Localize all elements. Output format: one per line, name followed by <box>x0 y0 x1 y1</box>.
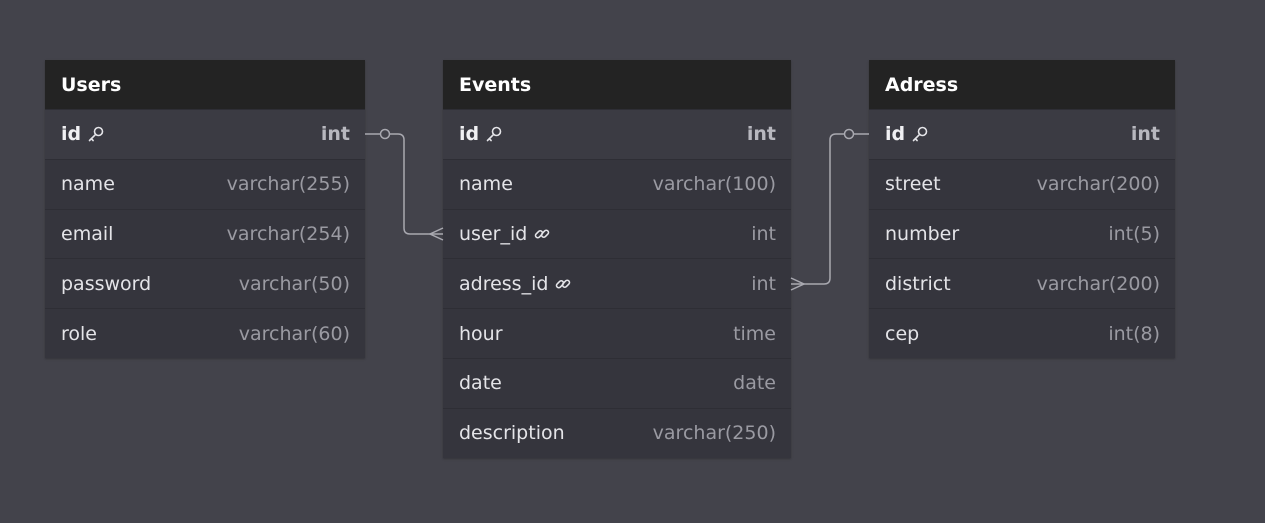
field-name: user_id <box>459 222 528 245</box>
link-icon <box>554 275 572 293</box>
zero-or-one-marker <box>843 128 855 140</box>
field-type: varchar(200) <box>1036 272 1160 295</box>
table-users[interactable]: Users id int name varchar(255) email var… <box>45 60 365 358</box>
field-type: varchar(255) <box>226 173 350 196</box>
field-name: cep <box>885 322 920 345</box>
relationship-adress-events[interactable] <box>790 128 869 291</box>
table-row[interactable]: name varchar(255) <box>45 158 365 209</box>
table-row[interactable]: adress_id int <box>443 258 791 308</box>
field-name: id <box>885 123 906 146</box>
crows-foot-marker <box>790 277 806 291</box>
field-type: varchar(100) <box>652 173 776 196</box>
field-type: varchar(60) <box>238 322 350 345</box>
field-type: varchar(250) <box>652 422 776 445</box>
table-row[interactable]: street varchar(200) <box>869 158 1175 209</box>
field-name: role <box>61 322 97 345</box>
field-type: int <box>746 123 776 146</box>
zero-or-one-marker <box>379 128 391 140</box>
table-row[interactable]: password varchar(50) <box>45 258 365 308</box>
table-row[interactable]: cep int(8) <box>869 308 1175 358</box>
field-name: name <box>61 173 115 196</box>
field-type: varchar(200) <box>1036 173 1160 196</box>
key-icon <box>485 125 503 143</box>
field-name: password <box>61 272 152 295</box>
field-type: varchar(254) <box>226 222 350 245</box>
field-name: id <box>459 123 480 146</box>
table-row[interactable]: id int <box>443 109 791 159</box>
link-icon <box>533 225 551 243</box>
table-title[interactable]: Adress <box>869 60 1175 109</box>
key-icon <box>87 125 105 143</box>
crows-foot-marker <box>428 227 444 241</box>
table-title[interactable]: Users <box>45 60 365 109</box>
field-name: district <box>885 272 951 295</box>
table-row[interactable]: role varchar(60) <box>45 308 365 358</box>
table-row[interactable]: user_id int <box>443 208 791 259</box>
field-name: street <box>885 173 941 196</box>
field-type: int(8) <box>1108 322 1160 345</box>
field-name: date <box>459 372 502 395</box>
field-type: int <box>320 123 350 146</box>
table-adress[interactable]: Adress id int street varchar(200) number… <box>869 60 1175 358</box>
table-row[interactable]: id int <box>869 109 1175 159</box>
table-row[interactable]: email varchar(254) <box>45 208 365 259</box>
field-type: int <box>751 272 776 295</box>
key-icon <box>911 125 929 143</box>
field-name: email <box>61 222 114 245</box>
table-title[interactable]: Events <box>443 60 791 109</box>
table-events[interactable]: Events id int name varchar(100) user_id … <box>443 60 791 458</box>
field-type: date <box>733 372 776 395</box>
field-type: varchar(50) <box>238 272 350 295</box>
table-row[interactable]: hour time <box>443 308 791 358</box>
field-type: int <box>1130 123 1160 146</box>
field-name: number <box>885 222 960 245</box>
field-name: hour <box>459 322 503 345</box>
field-name: id <box>61 123 82 146</box>
relationship-users-events[interactable] <box>365 128 444 241</box>
field-type: int <box>751 222 776 245</box>
table-row[interactable]: name varchar(100) <box>443 158 791 209</box>
field-name: description <box>459 422 565 445</box>
diagram-canvas: Users id int name varchar(255) email var… <box>0 0 1265 523</box>
table-row[interactable]: number int(5) <box>869 208 1175 259</box>
table-row[interactable]: id int <box>45 109 365 159</box>
table-row[interactable]: description varchar(250) <box>443 407 791 458</box>
table-row[interactable]: date date <box>443 357 791 408</box>
field-name: name <box>459 173 513 196</box>
field-name: adress_id <box>459 272 549 295</box>
table-row[interactable]: district varchar(200) <box>869 258 1175 308</box>
field-type: int(5) <box>1108 222 1160 245</box>
field-type: time <box>733 322 776 345</box>
